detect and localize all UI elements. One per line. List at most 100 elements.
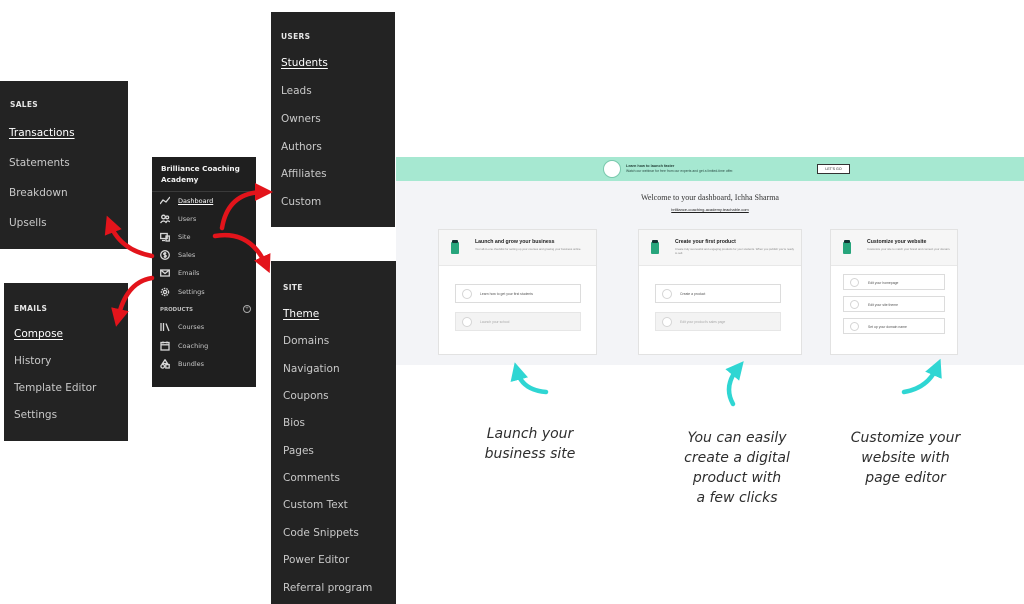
card-customize-website: Customize your website Customize your si… [830, 229, 958, 355]
sidebar-item-label: Bundles [178, 360, 205, 368]
trend-icon [160, 196, 170, 205]
menu-item-compose[interactable]: Compose [14, 328, 63, 340]
task-checkbox[interactable] [850, 322, 859, 331]
task-checkbox[interactable] [662, 289, 672, 299]
task-label: Create a product [680, 292, 706, 296]
task-item[interactable]: Create a product [655, 284, 781, 303]
menu-item-breakdown[interactable]: Breakdown [9, 187, 68, 199]
sidebar-item-label: Coaching [178, 342, 209, 350]
cyan-arrow-launch [510, 362, 549, 395]
task-label: Learn how to get your first students [480, 292, 533, 296]
menu-item-power-editor[interactable]: Power Editor [283, 554, 349, 566]
task-item[interactable]: Learn how to get your first students [455, 284, 581, 303]
sidebar-item-sales[interactable]: Sales [160, 248, 195, 262]
card-description: Create truly successful and engaging pro… [675, 247, 795, 255]
task-item[interactable]: Edit your product's sales page [655, 312, 781, 331]
task-item[interactable]: Set up your domain name [843, 318, 945, 334]
sidebar-item-bundles[interactable]: Bundles [160, 357, 204, 371]
mail-icon [160, 269, 170, 277]
website-icon [843, 240, 851, 254]
sidebar-item-label: Users [178, 215, 197, 223]
sidebar-divider [152, 191, 256, 192]
banner-text: Watch our webinar for free from our expe… [626, 169, 734, 173]
menu-item-leads[interactable]: Leads [281, 85, 312, 97]
task-item[interactable]: Launch your school [455, 312, 581, 331]
menu-item-affiliates[interactable]: Affiliates [281, 168, 327, 180]
add-product-icon[interactable]: + [243, 305, 251, 313]
dollar-icon [160, 250, 170, 260]
sidebar-item-dashboard[interactable]: Dashboard [160, 194, 213, 208]
banner-title: Learn how to launch faster [626, 164, 675, 168]
menu-item-custom[interactable]: Custom [281, 196, 321, 208]
task-label: Edit your homepage [868, 281, 899, 285]
task-label: Edit your product's sales page [680, 320, 726, 324]
card-launch-business: Launch and grow your business Your all-i… [438, 229, 597, 355]
webinar-icon [603, 160, 621, 178]
cyan-arrow-create [725, 361, 744, 407]
sidebar-item-coaching[interactable]: Coaching [160, 339, 208, 353]
sidebar-item-label: Settings [178, 288, 205, 296]
task-checkbox[interactable] [462, 317, 472, 327]
emails-menu-heading: EMAILS [14, 304, 48, 313]
card-header: Create your first product Create truly s… [639, 230, 801, 266]
caption-create: You can easily create a digital product … [684, 430, 790, 506]
product-icon [651, 240, 659, 254]
card-description: Your all-in-one checklist for setting up… [475, 247, 582, 251]
menu-item-history[interactable]: History [14, 355, 51, 367]
task-item[interactable]: Edit your site theme [843, 296, 945, 312]
menu-item-authors[interactable]: Authors [281, 141, 322, 153]
promo-banner: Learn how to launch faster Watch our web… [396, 157, 1024, 181]
sidebar-item-settings[interactable]: Settings [160, 285, 205, 299]
task-checkbox[interactable] [462, 289, 472, 299]
task-item[interactable]: Edit your homepage [843, 274, 945, 290]
menu-item-settings[interactable]: Settings [14, 409, 57, 421]
card-description: Customize your site to match your brand … [867, 247, 951, 251]
sidebar-item-users[interactable]: Users [160, 212, 196, 226]
sidebar-item-label: Emails [178, 269, 200, 277]
menu-item-transactions[interactable]: Transactions [9, 127, 75, 139]
menu-item-comments[interactable]: Comments [283, 472, 340, 484]
dashboard-preview: Learn how to launch faster Watch our web… [396, 157, 1024, 365]
card-header: Launch and grow your business Your all-i… [439, 230, 596, 266]
school-url-link[interactable]: brilliance-coaching-academy.teachable.co… [396, 207, 1024, 212]
users-menu-heading: USERS [281, 32, 311, 41]
site-icon [160, 232, 170, 242]
card-first-product: Create your first product Create truly s… [638, 229, 802, 355]
card-title: Customize your website [867, 239, 927, 245]
calendar-icon [160, 341, 170, 351]
task-checkbox[interactable] [662, 317, 672, 327]
sidebar-item-label: Site [178, 233, 191, 241]
menu-item-pages[interactable]: Pages [283, 445, 314, 457]
menu-item-owners[interactable]: Owners [281, 113, 321, 125]
card-header: Customize your website Customize your si… [831, 230, 957, 266]
gear-icon [160, 287, 170, 297]
menu-item-statements[interactable]: Statements [9, 157, 70, 169]
menu-item-template-editor[interactable]: Template Editor [14, 382, 96, 394]
task-label: Edit your site theme [868, 303, 898, 307]
menu-item-coupons[interactable]: Coupons [283, 390, 329, 402]
caption-customize: Customize your website with page editor [850, 430, 961, 486]
menu-item-domains[interactable]: Domains [283, 335, 329, 347]
menu-item-custom-text[interactable]: Custom Text [283, 499, 348, 511]
cyan-arrow-customize [901, 358, 942, 395]
sidebar-item-courses[interactable]: Courses [160, 320, 204, 334]
school-name: Brilliance Coaching Academy [161, 164, 240, 184]
users-icon [160, 214, 170, 224]
menu-item-upsells[interactable]: Upsells [9, 217, 47, 229]
sidebar-item-emails[interactable]: Emails [160, 266, 199, 280]
task-checkbox[interactable] [850, 300, 859, 309]
menu-item-referral-program[interactable]: Referral program [283, 582, 372, 594]
sidebar-item-site[interactable]: Site [160, 230, 190, 244]
site-menu-panel: SITE Theme Domains Navigation Coupons Bi… [271, 261, 396, 604]
task-checkbox[interactable] [850, 278, 859, 287]
users-menu-panel: USERS Students Leads Owners Authors Affi… [271, 12, 395, 227]
menu-item-bios[interactable]: Bios [283, 417, 305, 429]
menu-item-students[interactable]: Students [281, 57, 328, 69]
sales-menu-heading: SALES [10, 100, 39, 109]
site-menu-heading: SITE [283, 283, 303, 292]
menu-item-navigation[interactable]: Navigation [283, 363, 340, 375]
menu-item-code-snippets[interactable]: Code Snippets [283, 527, 359, 539]
banner-cta-button[interactable]: LET'S GO [817, 164, 850, 174]
menu-item-theme[interactable]: Theme [283, 308, 319, 320]
products-heading: PRODUCTS [160, 307, 194, 313]
